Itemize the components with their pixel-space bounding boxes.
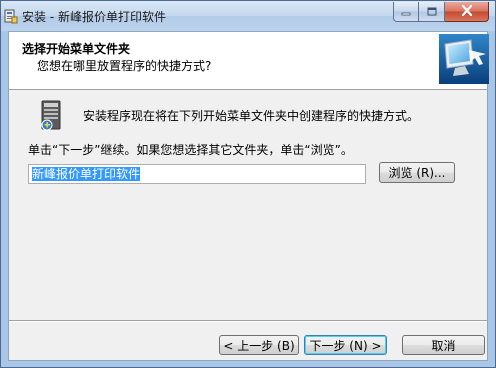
close-icon: [461, 4, 473, 19]
maximize-button[interactable]: [419, 2, 445, 22]
wizard-page: 选择开始菜单文件夹 您想在哪里放置程序的快捷方式? 安装程序现在将在下列开始菜单…: [8, 31, 489, 361]
setup-app-icon: [4, 8, 18, 24]
start-menu-folder-input[interactable]: 新峰报价单打印软件: [28, 164, 366, 184]
start-menu-folder-icon: [38, 100, 68, 132]
browse-button[interactable]: 浏览 (R)...: [379, 162, 455, 183]
wizard-body: 安装程序现在将在下列开始菜单文件夹中创建程序的快捷方式。 单击“下一步”继续。如…: [9, 91, 487, 321]
instruction-text: 单击“下一步”继续。如果您想选择其它文件夹，单击“浏览”。: [28, 143, 353, 157]
footer-divider: [9, 320, 487, 322]
page-title: 选择开始菜单文件夹: [22, 42, 131, 56]
wizard-header: 选择开始菜单文件夹 您想在哪里放置程序的快捷方式?: [9, 32, 489, 90]
title-bar[interactable]: 安装 - 新峰报价单打印软件: [1, 1, 495, 31]
folder-input-value: 新峰报价单打印软件: [32, 167, 141, 181]
next-button[interactable]: 下一步 (N) >: [304, 335, 387, 355]
window-title: 安装 - 新峰报价单打印软件: [22, 10, 166, 24]
cancel-button[interactable]: 取消: [402, 335, 485, 355]
minimize-button[interactable]: [393, 2, 419, 22]
close-button[interactable]: [445, 2, 489, 22]
setup-wizard-computer-image: [439, 34, 489, 84]
installer-window: 安装 - 新峰报价单打印软件 选择开始菜单文件夹 您想在哪里放置程序的快捷方式?…: [0, 0, 496, 368]
window-controls: [393, 2, 489, 22]
maximize-icon: [427, 5, 437, 19]
back-button[interactable]: < 上一步 (B): [219, 335, 299, 355]
info-text: 安装程序现在将在下列开始菜单文件夹中创建程序的快捷方式。: [83, 109, 420, 123]
page-subtitle: 您想在哪里放置程序的快捷方式?: [37, 59, 212, 73]
minimize-icon: [401, 5, 411, 19]
